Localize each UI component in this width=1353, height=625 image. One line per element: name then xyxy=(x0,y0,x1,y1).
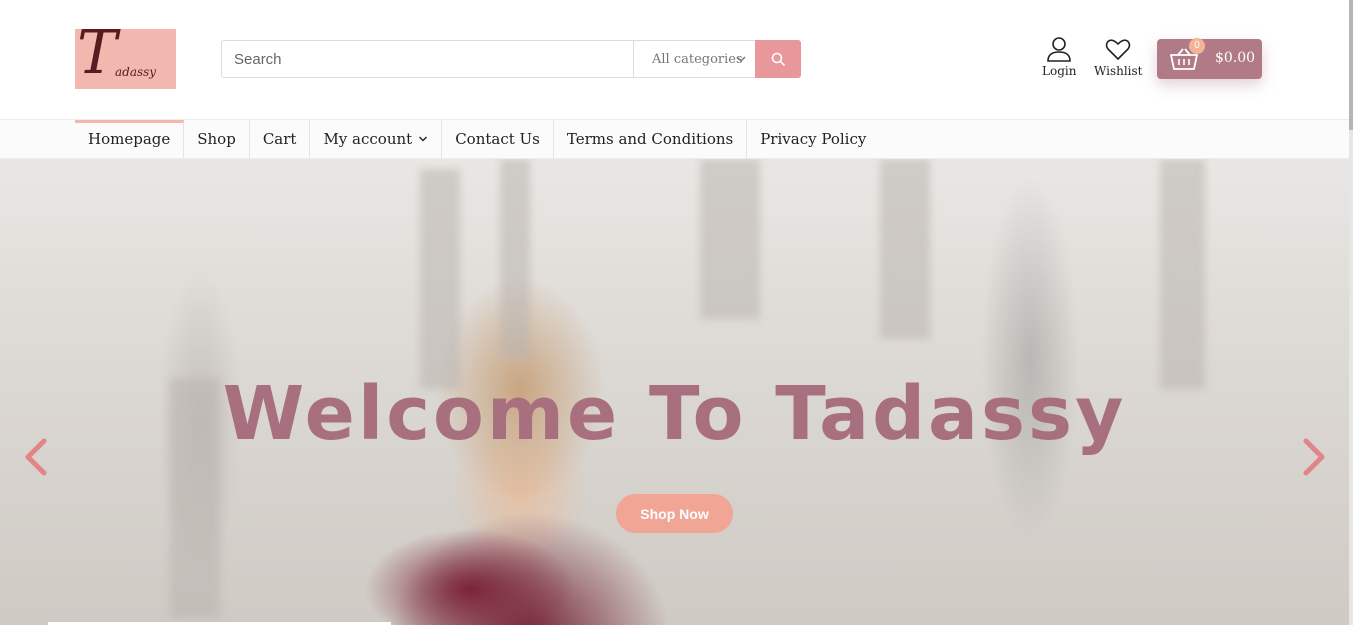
nav-item-my-account[interactable]: My account xyxy=(310,120,443,158)
background-spire xyxy=(500,159,530,359)
background-spire xyxy=(420,169,460,389)
nav-item-cart[interactable]: Cart xyxy=(250,120,311,158)
category-select[interactable]: All categories xyxy=(633,40,756,78)
wishlist-link[interactable]: Wishlist xyxy=(1094,36,1143,78)
nav-item-label: Cart xyxy=(262,130,297,148)
search-form: All categories xyxy=(221,40,801,78)
nav-item-label: Contact Us xyxy=(455,130,540,148)
category-select-value: All categories xyxy=(652,51,743,67)
nav-list: Homepage Shop Cart My account Contact Us… xyxy=(75,120,879,158)
nav-item-label: Terms and Conditions xyxy=(566,130,734,148)
main-nav: Homepage Shop Cart My account Contact Us… xyxy=(0,119,1353,159)
background-spire xyxy=(700,159,760,319)
nav-item-label: My account xyxy=(323,130,413,148)
cart-total: $0.00 xyxy=(1215,50,1256,66)
nav-item-homepage[interactable]: Homepage xyxy=(75,120,185,158)
chevron-right-icon[interactable] xyxy=(1300,437,1328,477)
nav-item-privacy-policy[interactable]: Privacy Policy xyxy=(747,120,879,158)
cart-count-badge: 0 xyxy=(1189,38,1205,54)
chevron-left-icon[interactable] xyxy=(22,437,50,477)
background-spire xyxy=(880,159,930,339)
nav-item-contact-us[interactable]: Contact Us xyxy=(442,120,554,158)
background-spire xyxy=(1160,159,1205,389)
nav-item-shop[interactable]: Shop xyxy=(184,120,250,158)
heart-icon xyxy=(1105,39,1131,60)
logo-letter: T xyxy=(77,29,118,88)
search-icon xyxy=(771,52,785,66)
nav-item-label: Shop xyxy=(197,130,236,148)
search-button[interactable] xyxy=(755,40,801,78)
hero-title: Welcome To Tadassy xyxy=(222,371,1127,457)
hero-slider: Welcome To Tadassy Shop Now xyxy=(0,159,1349,625)
site-logo[interactable]: T adassy xyxy=(75,29,176,89)
cart-button[interactable]: 0 $0.00 xyxy=(1157,38,1262,79)
page-scrollbar[interactable] xyxy=(1349,0,1353,625)
site-header: T adassy All categories Login Wishlist 0… xyxy=(0,0,1353,119)
user-icon xyxy=(1047,37,1072,62)
login-link[interactable]: Login xyxy=(1042,36,1076,78)
nav-item-label: Homepage xyxy=(88,130,171,148)
nav-item-terms[interactable]: Terms and Conditions xyxy=(554,120,748,158)
chevron-down-icon xyxy=(419,136,428,142)
login-label: Login xyxy=(1042,64,1077,78)
wishlist-label: Wishlist xyxy=(1094,64,1143,78)
search-input[interactable] xyxy=(221,40,634,78)
logo-text: adassy xyxy=(115,65,157,79)
chevron-down-icon xyxy=(736,56,746,63)
nav-item-label: Privacy Policy xyxy=(760,130,867,148)
scrollbar-thumb[interactable] xyxy=(1349,0,1353,130)
shop-now-button[interactable]: Shop Now xyxy=(616,494,733,533)
